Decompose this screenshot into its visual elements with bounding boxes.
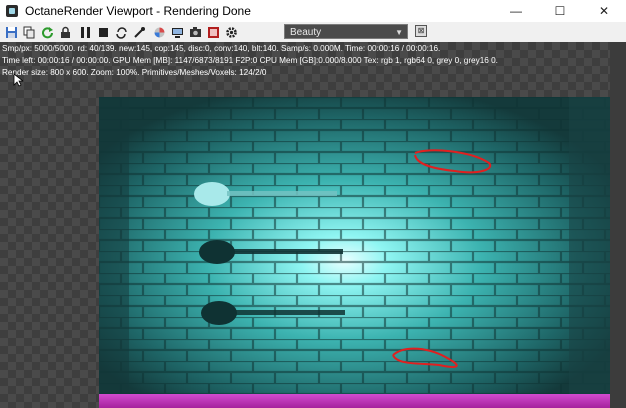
stats-line-samples: Smp/px: 5000/5000. rd: 40/139. new:145, …	[2, 44, 441, 53]
title-bar: OctaneRender Viewport - Rendering Done —…	[0, 0, 626, 22]
mouse-cursor-icon	[13, 73, 23, 87]
copy-icon[interactable]	[22, 25, 36, 39]
minimize-button[interactable]: —	[494, 0, 538, 22]
chevron-down-icon: ▼	[395, 28, 403, 37]
lock-icon[interactable]	[58, 25, 72, 39]
render-pass-value: Beauty	[290, 27, 322, 38]
maximize-button[interactable]: ☐	[538, 0, 582, 22]
window-controls: — ☐ ✕	[494, 0, 626, 22]
stats-line-memory: Time left: 00:00:16 / 00:00:00. GPU Mem …	[2, 56, 498, 65]
stats-line-render-size: Render size: 800 x 600. Zoom: 100%. Prim…	[2, 68, 267, 77]
render-viewport[interactable]: Smp/px: 5000/5000. rd: 40/139. new:145, …	[0, 42, 626, 408]
render-image	[99, 97, 610, 408]
film-icon[interactable]	[206, 25, 220, 39]
pause-icon[interactable]	[78, 25, 92, 39]
snapshot-icon[interactable]: ⊠	[415, 25, 427, 37]
refresh-icon[interactable]	[114, 25, 128, 39]
close-button[interactable]: ✕	[582, 0, 626, 22]
window-title: OctaneRender Viewport - Rendering Done	[25, 4, 251, 18]
camera-icon[interactable]	[188, 25, 202, 39]
color-picker-icon[interactable]	[132, 25, 146, 39]
octane-app-icon	[6, 5, 18, 17]
settings-gear-icon[interactable]	[224, 25, 238, 39]
floor-plane	[99, 394, 610, 408]
display-icon[interactable]	[170, 25, 184, 39]
save-render-icon[interactable]	[4, 25, 18, 39]
render-pass-dropdown[interactable]: Beauty ▼	[284, 24, 408, 39]
region-icon[interactable]	[152, 25, 166, 39]
viewport-scrollbar[interactable]	[610, 42, 626, 408]
restart-icon[interactable]	[40, 25, 54, 39]
stop-icon[interactable]	[96, 25, 110, 39]
render-stats: Smp/px: 5000/5000. rd: 40/139. new:145, …	[2, 43, 498, 79]
